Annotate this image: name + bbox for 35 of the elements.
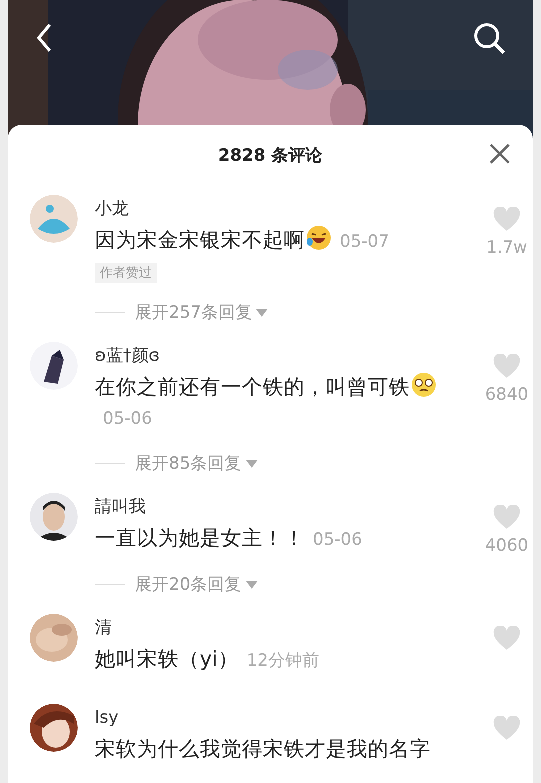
search-icon[interactable] [473,22,507,56]
laughing-emoji-icon [306,225,332,251]
comment-time: 12分钟前 [246,650,320,673]
pleading-emoji-icon [411,372,437,398]
close-icon[interactable] [489,143,511,165]
author-liked-badge: 作者赞过 [95,263,157,283]
comment-time: 05-06 [313,529,362,552]
heart-icon[interactable] [493,505,521,530]
comment-text: 她叫宋轶（yi） [95,647,239,671]
comment-time: 05-06 [103,408,152,431]
caret-icon [246,580,258,588]
comment-text: 宋软为什么我觉得宋铁才是我的名字 [95,737,431,761]
username[interactable]: 清 [95,616,112,640]
comment-text: 因为宋金宋银宋不起啊 [95,228,305,252]
caret-icon [246,460,258,468]
username[interactable]: 小龙 [95,197,129,221]
heart-icon[interactable] [493,354,521,379]
username[interactable]: ʚ蓝†颜ɞ [95,344,160,368]
comment-count-title: 2828 条评论 [218,144,323,166]
comment-time: 05-07 [340,231,390,254]
like-count: 4060 [485,536,529,556]
back-icon[interactable] [34,22,54,54]
comment-text: 在你之前还有一个铁的，叫曾可铁 [95,375,410,399]
avatar[interactable] [30,493,78,541]
avatar[interactable] [30,342,78,390]
username[interactable]: 請叫我 [95,495,146,519]
like-count: 1.7w [486,238,528,258]
heart-icon[interactable] [493,716,521,741]
username[interactable]: lsy [95,706,119,730]
avatar[interactable] [30,704,78,752]
heart-icon[interactable] [493,626,521,651]
comment-text: 一直以为她是女主！！ [95,526,305,550]
heart-icon[interactable] [493,207,521,232]
like-count: 6840 [485,385,529,405]
caret-icon [256,308,268,316]
